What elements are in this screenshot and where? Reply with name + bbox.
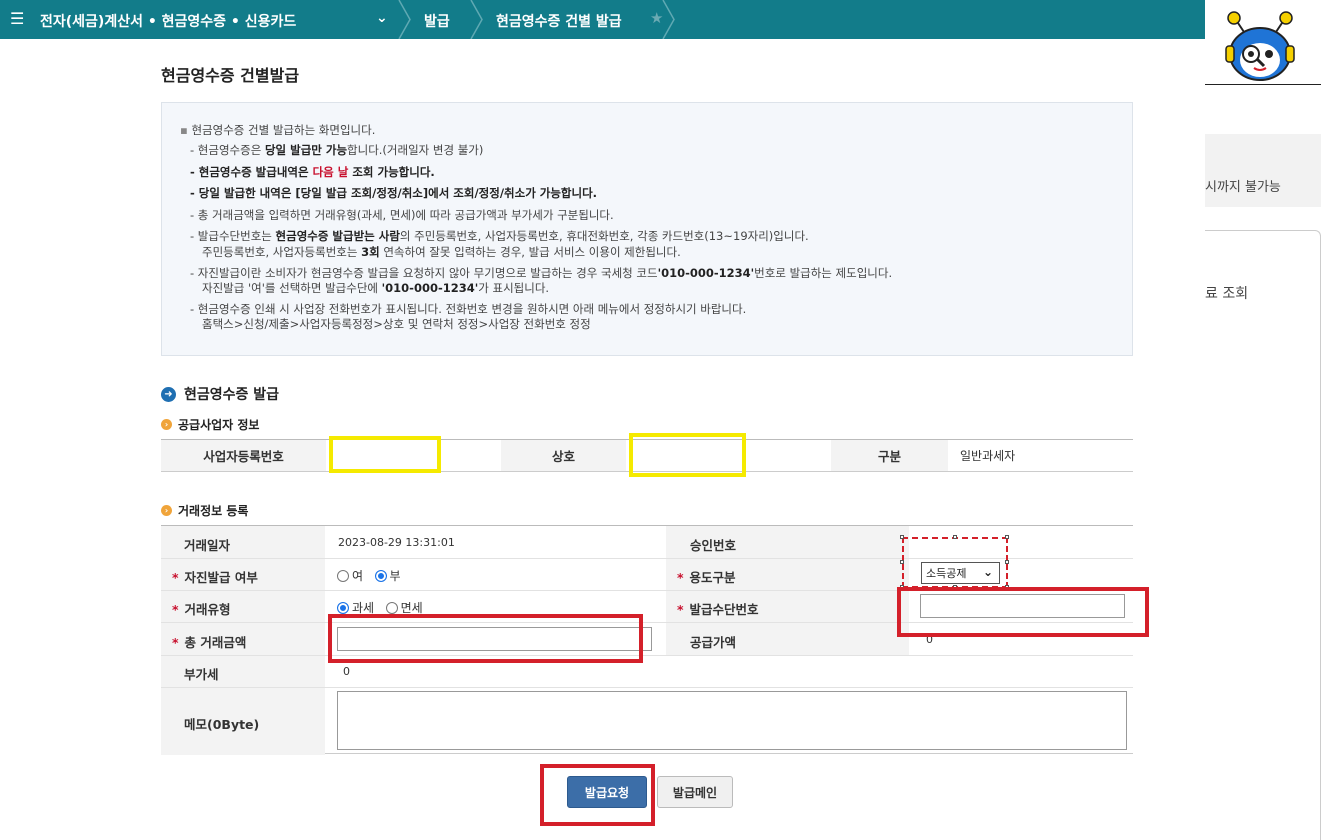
highlight-means <box>897 587 1149 637</box>
top-navigation-bar: ☰ 전자(세금)계산서 • 현금영수증 • 신용카드 ⌄ 발급 현금영수증 건별… <box>0 0 1205 39</box>
mascot-divider <box>1205 84 1321 85</box>
usage-label: * 용도구분 <box>677 570 736 585</box>
means-label: * 발급수단번호 <box>677 602 759 617</box>
selection-handle <box>953 535 957 539</box>
highlight-usage <box>902 537 1008 588</box>
self-issue-label: * 자진발급 여부 <box>172 570 258 585</box>
memo-textarea[interactable] <box>337 691 1127 750</box>
self-issue-radio-group: 여 부 <box>337 567 409 584</box>
breadcrumb-separator-icon <box>662 0 675 39</box>
info-head: ▪ 현금영수증 건별 발급하는 화면입니다. <box>180 123 376 137</box>
row-divider <box>161 687 1133 688</box>
highlight-name <box>629 433 746 477</box>
radio-taxable[interactable] <box>337 602 349 614</box>
breadcrumb-separator-icon <box>470 0 483 39</box>
bullet-icon: › <box>161 419 172 430</box>
selection-handle <box>1005 560 1009 564</box>
info-line-1: - 현금영수증은 당일 발급만 가능합니다.(거래일자 변경 불가) <box>190 143 484 157</box>
right-notice-panel: 시까지 불가능 <box>1205 134 1321 207</box>
type-label: 구분 <box>831 440 948 471</box>
radio-tax-free[interactable] <box>385 602 398 614</box>
supplier-section-title: › 공급사업자 정보 <box>161 416 259 433</box>
breadcrumb-current: 현금영수증 건별 발급 <box>496 14 622 30</box>
vat-label: 부가세 <box>184 667 219 682</box>
menu-title[interactable]: 전자(세금)계산서 • 현금영수증 • 신용카드 <box>40 11 296 31</box>
approval-label: 승인번호 <box>690 538 737 553</box>
mascot-chatbot-icon[interactable] <box>1218 6 1302 84</box>
hamburger-menu-icon[interactable]: ☰ <box>10 9 24 28</box>
page-title: 현금영수증 건별발급 <box>161 66 300 85</box>
info-line-6: - 자진발급이란 소비자가 현금영수증 발급을 요청하지 않아 무기명으로 발급… <box>190 266 893 280</box>
row-divider <box>161 655 1133 656</box>
memo-label: 메모(0Byte) <box>184 717 260 732</box>
issue-main-button[interactable]: 발급메인 <box>657 776 733 808</box>
issue-request-button[interactable]: 발급요청 <box>567 776 647 808</box>
right-notice-text: 시까지 불가능 <box>1205 180 1281 195</box>
right-menu-item[interactable]: 료 조회 <box>1205 283 1248 303</box>
info-line-5b: 주민등록번호, 사업자등록번호는 3회 연속하여 잘못 입력하는 경우, 발급 … <box>202 245 681 259</box>
info-line-3: - 당일 발급한 내역은 [당일 발급 조회/정정/취소]에서 조회/정정/취소… <box>190 186 598 200</box>
info-line-2: - 현금영수증 발급내역은 다음 날 조회 가능합니다. <box>190 165 435 179</box>
info-line-4: - 총 거래금액을 입력하면 거래유형(과세, 면세)에 따라 공급가액과 부가… <box>190 208 614 222</box>
info-box: ▪ 현금영수증 건별 발급하는 화면입니다. - 현금영수증은 당일 발급만 가… <box>161 102 1133 356</box>
transaction-section-title: › 거래정보 등록 <box>161 502 248 519</box>
vat-value: 0 <box>343 665 350 678</box>
chevron-down-icon[interactable]: ⌄ <box>376 10 388 26</box>
info-line-7b: 홈택스>신청/제출>사업자등록정정>상호 및 연락처 정정>사업장 전화번호 정… <box>202 317 591 331</box>
date-value: 2023-08-29 13:31:01 <box>338 536 455 549</box>
highlight-bizno <box>329 436 441 473</box>
right-menu-panel: 료 조회 <box>1205 230 1321 840</box>
info-line-6b: 자진발급 '여'를 선택하면 발급수단에 '010-000-1234'가 표시됩… <box>202 281 550 295</box>
total-amount-label: * 총 거래금액 <box>172 635 247 650</box>
name-label: 상호 <box>501 440 626 471</box>
bullet-icon: › <box>161 505 172 516</box>
supply-amount-label: 공급가액 <box>690 635 737 650</box>
selection-handle <box>900 535 904 539</box>
breadcrumb-issue[interactable]: 발급 <box>424 11 450 31</box>
radio-self-yes[interactable] <box>337 570 349 582</box>
arrow-right-icon: ➜ <box>161 386 176 402</box>
selection-handle <box>900 560 904 564</box>
taxpayer-type-value: 일반과세자 <box>960 449 1016 463</box>
info-line-7: - 현금영수증 인쇄 시 사업장 전화번호가 표시됩니다. 전화번호 변경을 원… <box>190 302 747 316</box>
info-line-5: - 발급수단번호는 현금영수증 발급받는 사람의 주민등록번호, 사업자등록번호… <box>190 229 809 243</box>
breadcrumb-separator-icon <box>398 0 411 39</box>
tx-type-label: * 거래유형 <box>172 602 231 617</box>
bizno-label: 사업자등록번호 <box>161 440 326 471</box>
highlight-total <box>328 614 643 663</box>
radio-self-no[interactable] <box>374 570 387 582</box>
selection-handle <box>1005 535 1009 539</box>
date-label: 거래일자 <box>184 538 231 553</box>
section-title: ➜ 현금영수증 발급 <box>161 384 279 404</box>
